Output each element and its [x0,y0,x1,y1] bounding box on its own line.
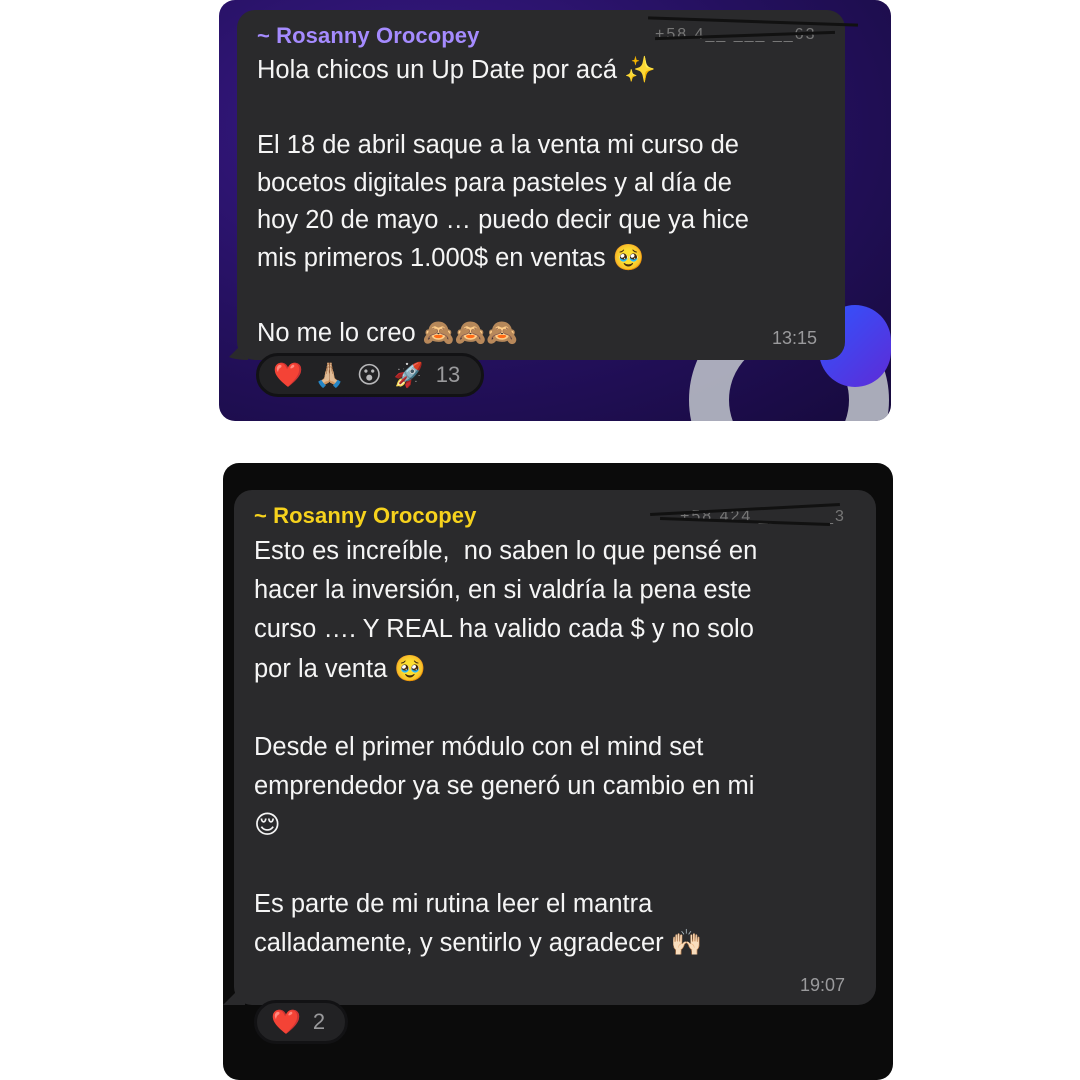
rocket-reaction-icon: 🚀 [393,361,424,389]
message-time: 19:07 [800,975,846,995]
message-time: 13:15 [772,328,818,348]
reaction-count: 13 [435,362,461,387]
message-text: Esto es increíble, no saben lo que pensé… [254,537,758,958]
reactions-bar[interactable]: ❤️ 2 [254,1000,348,1044]
reactions-bar[interactable]: ❤️ 🙏🏼 😮 🚀 13 [256,353,484,397]
message-bubble[interactable]: ~ Rosanny Orocopey Esto es increíble, no… [234,490,876,1005]
surprised-reaction-icon: 😮 [356,361,382,389]
pray-reaction-icon: 🙏🏼 [314,361,345,389]
message-bubble[interactable]: ~ Rosanny Orocopey Hola chicos un Up Dat… [237,10,845,360]
heart-reaction-icon: ❤️ [271,1008,301,1036]
message-text: Hola chicos un Up Date por acá ✨ El 18 d… [257,56,749,347]
reaction-count: 2 [312,1009,326,1034]
heart-reaction-icon: ❤️ [273,361,303,389]
